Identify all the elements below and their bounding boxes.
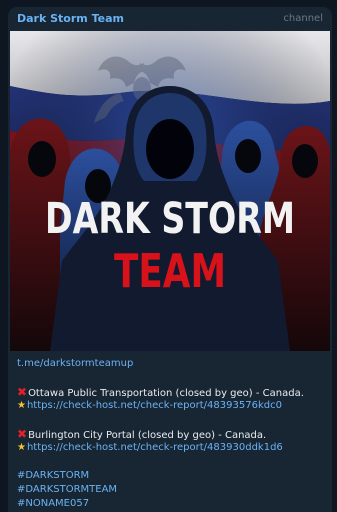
image-title-line2: TEAM [114,244,226,298]
report-entry-title: ✖Ottawa Public Transportation (closed by… [17,385,327,399]
star-icon: ★ [17,442,26,453]
channel-label: channel [283,13,323,24]
star-icon: ★ [17,400,26,411]
report-entry-text: Burlington City Portal (closed by geo) -… [28,430,267,441]
report-entry-link-row: ★https://check-host.net/check-report/483… [17,399,327,413]
check-host-link[interactable]: https://check-host.net/check-report/4839… [27,442,283,453]
report-entry-link-row: ★https://check-host.net/check-report/483… [17,441,327,455]
channel-invite-link[interactable]: t.me/darkstormteamup [17,358,133,369]
message-bubble: Dark Storm Team channel DARK STORM TEAM … [8,7,332,512]
hashtag-link[interactable]: #NONAME057 [17,498,89,509]
post-image[interactable]: DARK STORM TEAM [10,31,330,351]
report-entry-title: ✖Burlington City Portal (closed by geo) … [17,427,327,441]
channel-name-link[interactable]: Dark Storm Team [17,12,124,25]
post-image-artwork: DARK STORM TEAM [10,31,330,351]
red-x-icon: ✖ [17,385,28,399]
hashtag-link[interactable]: #DARKSTORM [17,470,89,481]
image-title-line1: DARK STORM [45,194,295,244]
message-text: t.me/darkstormteamup ✖Ottawa Public Tran… [17,357,327,511]
check-host-link[interactable]: https://check-host.net/check-report/4839… [27,400,282,411]
chat-background: Dark Storm Team channel DARK STORM TEAM … [0,0,337,512]
message-header: Dark Storm Team channel [8,7,332,31]
report-entry-text: Ottawa Public Transportation (closed by … [28,388,304,399]
red-x-icon: ✖ [17,427,28,441]
hashtag-link[interactable]: #DARKSTORMTEAM [17,484,117,495]
